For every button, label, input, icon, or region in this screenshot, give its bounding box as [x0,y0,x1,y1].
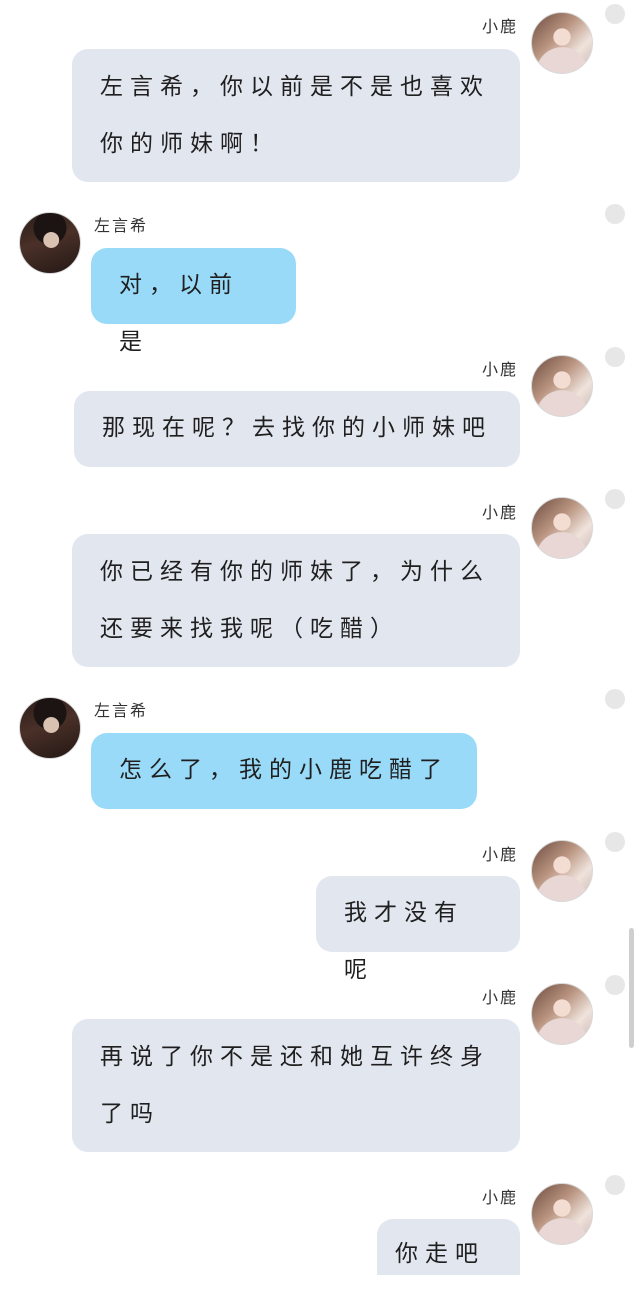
status-dot-icon [605,204,625,224]
sender-name: 小鹿 [481,503,518,522]
avatar-zuoyanxi[interactable] [19,697,81,759]
sender-name: 左言希 [94,701,149,720]
sender-name: 小鹿 [481,1188,518,1207]
avatar-xiaolu[interactable] [531,840,593,902]
sender-name: 小鹿 [481,845,518,864]
message-bubble[interactable]: 再说了你不是还和她互许终身了吗 [72,1019,520,1152]
avatar-xiaolu[interactable] [531,497,593,559]
message-bubble[interactable]: 你已经有你的师妹了，为什么还要来找我呢（吃醋） [72,534,520,667]
message-bubble[interactable]: 怎么了，我的小鹿吃醋了 [91,733,477,809]
avatar-xiaolu[interactable] [531,12,593,74]
sender-name: 小鹿 [481,988,518,1007]
sender-name: 左言希 [94,216,149,235]
message-bubble[interactable]: 对，以前是 [91,248,296,355]
message-bubble[interactable]: 我才没有呢 [316,876,520,983]
status-dot-icon [605,347,625,367]
avatar-xiaolu[interactable] [531,355,593,417]
status-dot-icon [605,1175,625,1195]
status-dot-icon [605,4,625,24]
avatar-xiaolu[interactable] [531,983,593,1045]
message-bubble[interactable]: 你走吧 [377,1219,520,1275]
message-bubble[interactable]: 那现在呢？去找你的小师妹吧 [74,391,520,467]
avatar-zuoyanxi[interactable] [19,212,81,274]
sender-name: 小鹿 [481,360,518,379]
sender-name: 小鹿 [481,17,518,36]
status-dot-icon [605,689,625,709]
status-dot-icon [605,489,625,509]
scrollbar[interactable] [629,928,634,1048]
avatar-xiaolu[interactable] [531,1183,593,1245]
status-dot-icon [605,832,625,852]
message-bubble[interactable]: 左言希，你以前是不是也喜欢你的师妹啊！ [72,49,520,182]
status-dot-icon [605,975,625,995]
